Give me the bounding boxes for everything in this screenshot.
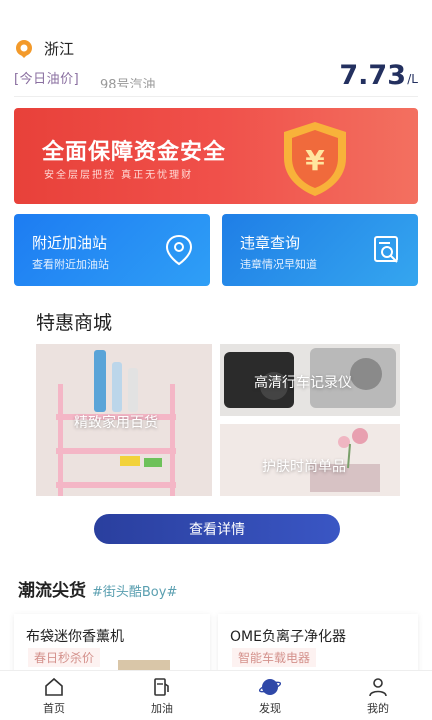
trend-card-aroma[interactable]: 布袋迷你香薰机 春日秒杀价 [14,614,210,678]
shield-yen-icon: ¥ [284,122,346,196]
tab-discover[interactable]: 发现 [216,671,324,720]
violation-query-card[interactable]: 违章查询 违章情况早知道 [222,214,418,286]
document-search-icon [374,236,398,263]
banner-title: 全面保障资金安全 [42,140,227,165]
tab-me[interactable]: 我的 [324,671,432,720]
mall-item-household[interactable]: 精致家用百货 [36,344,212,496]
location-text: 浙江 [44,40,75,58]
tab-home[interactable]: 首页 [0,671,108,720]
mall-item-household-label: 精致家用百货 [74,415,158,431]
tab-discover-label: 发现 [259,701,281,715]
location-pin-icon [165,234,193,266]
tab-fuel[interactable]: 加油 [108,671,216,720]
violation-query-title: 违章查询 [240,234,301,252]
trend-card-purifier-name: OME负离子净化器 [230,629,346,645]
violation-query-subtitle: 违章情况早知道 [240,258,317,271]
location-row[interactable]: 浙江 [14,38,74,59]
mall-section-title: 特惠商城 [36,312,113,334]
discover-icon [259,678,281,695]
header-divider [14,96,418,97]
fuel-pump-icon [154,677,169,696]
tab-me-label: 我的 [367,701,389,715]
trend-card-purifier[interactable]: OME负离子净化器 智能车载电器 [218,614,418,678]
trend-card-purifier-tag: 智能车载电器 [232,648,317,667]
trend-card-aroma-name: 布袋迷你香薰机 [26,629,124,645]
home-icon [45,677,63,696]
fuel-type: 98号汽油 [100,78,156,88]
trend-hashtag[interactable]: #街头酷Boy# [92,581,177,600]
oil-price-unit: /L [407,72,418,86]
mall-item-skincare[interactable]: 护肤时尚单品 [220,424,400,496]
promo-banner[interactable]: 全面保障资金安全 安全层层把控 真正无忧理财 ¥ [14,108,418,204]
tab-fuel-label: 加油 [151,701,173,715]
mall-item-dashcam-label: 高清行车记录仪 [254,375,352,391]
svg-text:¥: ¥ [305,144,325,177]
nearby-station-card[interactable]: 附近加油站 查看附近加油站 [14,214,210,286]
banner-subtitle: 安全层层把控 真正无忧理财 [44,170,194,181]
location-pin-icon [16,39,32,58]
trend-section-title: 潮流尖货 [18,581,86,601]
view-details-button[interactable]: 查看详情 [94,514,340,544]
tab-home-label: 首页 [43,701,65,715]
bottom-tab-bar: 首页 加油 发现 我的 [0,670,432,720]
mall-item-skincare-label: 护肤时尚单品 [262,459,346,475]
oil-price-label: [今日油价] [14,72,80,87]
user-icon [369,677,387,696]
oil-price-row: [今日油价] 98号汽油 7.73 /L [14,60,418,94]
mall-item-dashcam[interactable]: 高清行车记录仪 [220,344,400,416]
trend-header: 潮流尖货 #街头酷Boy# [18,576,177,601]
oil-price-value: 7.73 [339,60,406,91]
nearby-station-title: 附近加油站 [32,234,108,252]
trend-card-aroma-tag: 春日秒杀价 [28,648,101,667]
nearby-station-subtitle: 查看附近加油站 [32,258,109,271]
